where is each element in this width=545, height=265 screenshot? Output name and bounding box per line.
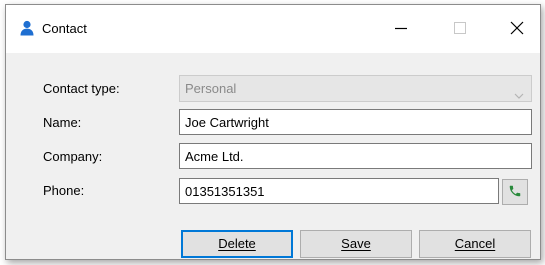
cancel-button[interactable]: Cancel (419, 230, 531, 258)
phone-icon (508, 184, 522, 201)
minimize-icon (395, 22, 407, 37)
contact-type-select[interactable]: Personal (179, 75, 532, 102)
phone-label: Phone: (43, 183, 85, 198)
close-icon (510, 21, 524, 38)
company-label: Company: (43, 149, 103, 164)
name-field[interactable] (179, 109, 532, 135)
save-button-label: Save (341, 236, 371, 251)
chevron-down-icon (514, 84, 524, 99)
minimize-button[interactable] (378, 5, 424, 53)
window-title: Contact (42, 21, 87, 36)
title-bar[interactable]: Contact (6, 5, 540, 53)
person-icon (19, 20, 35, 36)
contact-dialog: Contact Contact type: Personal Name: Joe… (5, 4, 541, 260)
company-field[interactable] (179, 143, 532, 169)
save-button[interactable]: Save (300, 230, 412, 258)
delete-button-label: Delete (218, 236, 256, 251)
cancel-button-label: Cancel (454, 236, 496, 251)
maximize-button[interactable] (437, 5, 483, 53)
phone-field[interactable] (179, 178, 499, 204)
call-button[interactable] (502, 179, 528, 205)
contact-type-label: Contact type: (43, 81, 120, 96)
maximize-icon (454, 21, 466, 37)
name-label: Name: (43, 115, 82, 130)
delete-button[interactable]: Delete (181, 230, 293, 258)
contact-type-value: Personal (185, 81, 237, 96)
close-button[interactable] (494, 5, 540, 53)
